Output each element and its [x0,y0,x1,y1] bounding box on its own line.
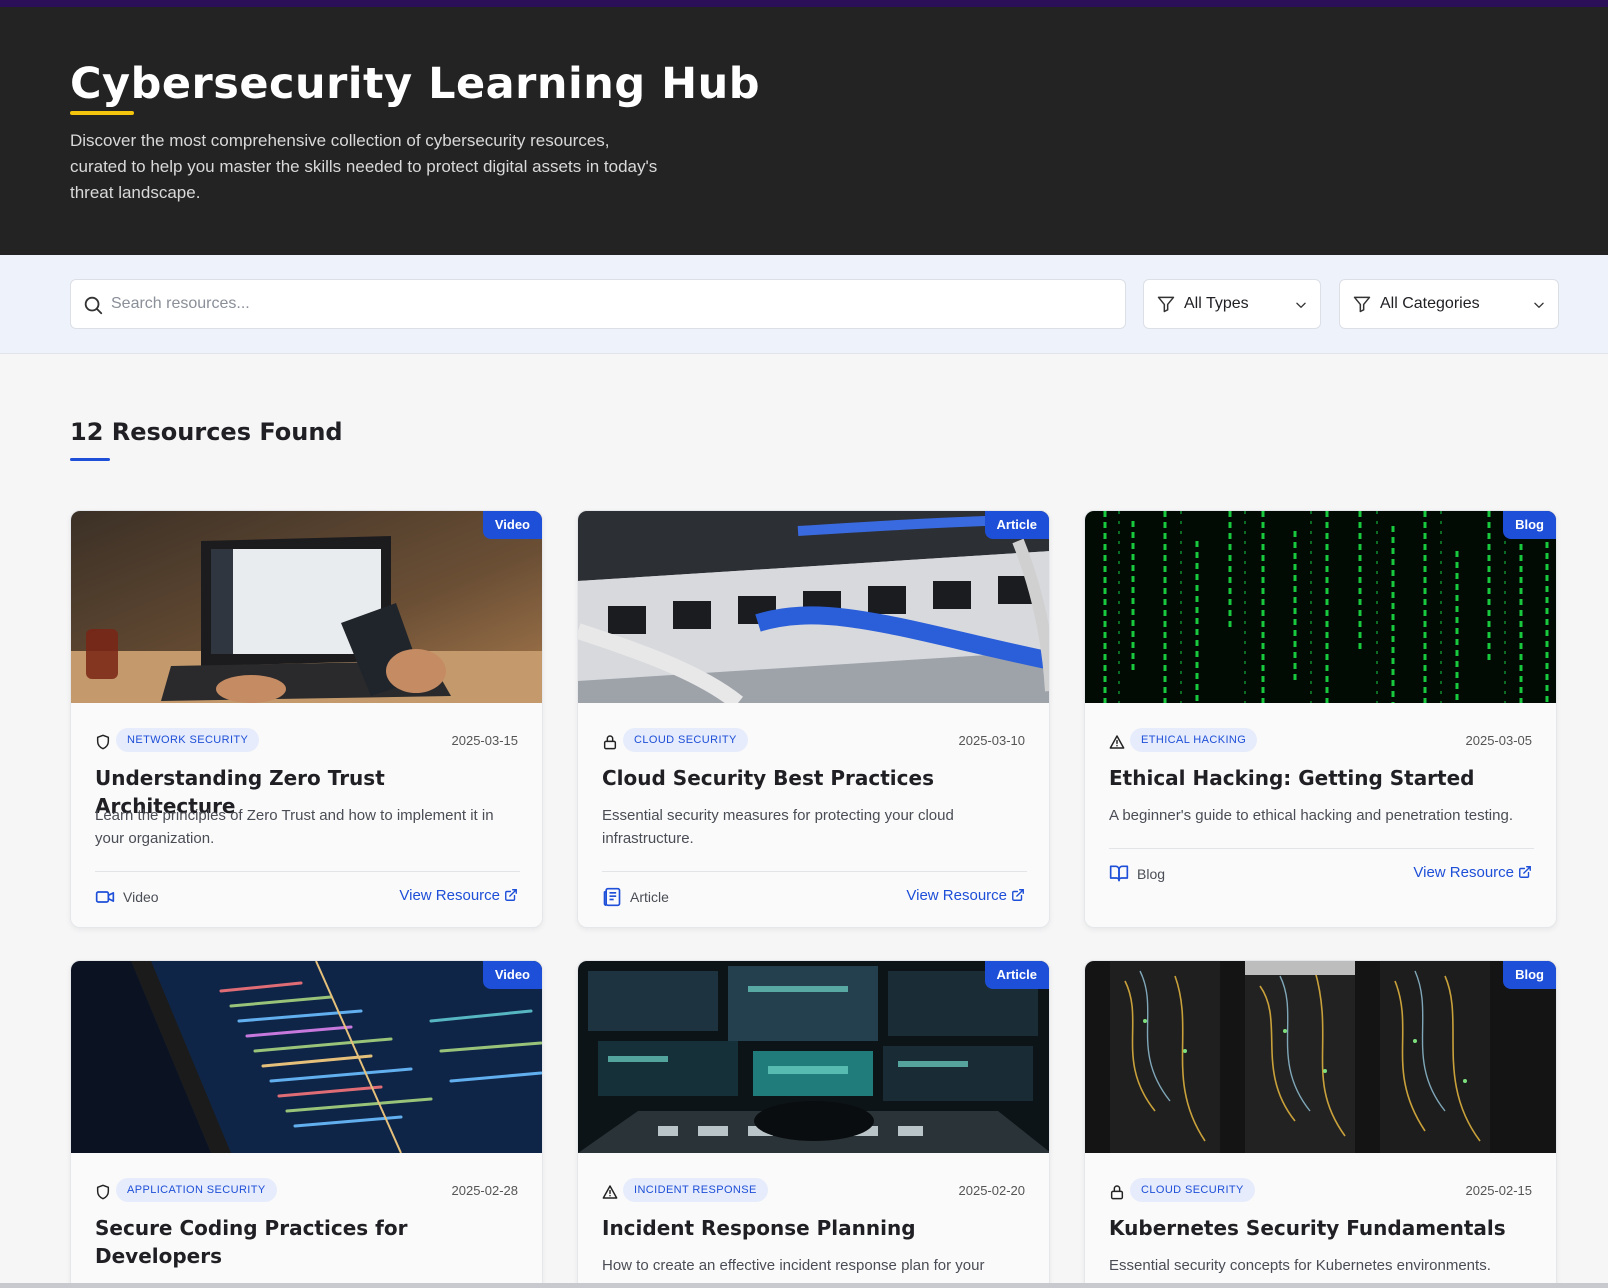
title-underline [70,111,134,115]
view-resource-label: View Resource [399,887,500,904]
type-badge: Blog [1503,511,1556,539]
type-badge: Video [482,961,542,989]
type-filter-value: All Types [1184,295,1249,312]
lock-icon [603,735,617,750]
filter-bar: All Types All Categories [0,255,1608,354]
resource-card: Article CLOUD SECURITY 2025-03-10 Cloud … [577,510,1050,928]
category-pill: APPLICATION SECURITY [116,1178,277,1202]
resource-type-label: Blog [1137,866,1166,882]
top-accent-strip [0,0,1608,7]
resource-card: Blog CLOUD SECURITY 2025-02-15 Kubernete… [1084,960,1557,1288]
video-icon [95,891,115,903]
type-filter-select[interactable]: All Types [1143,279,1321,329]
shield-icon [96,1184,110,1200]
category-filter-value: All Categories [1380,295,1480,312]
resource-card: Article INCIDENT RESPONSE 2025-02-20 Inc… [577,960,1050,1288]
card-image-patch-panel [578,511,1049,703]
card-description: A beginner's guide to ethical hacking an… [1109,807,1513,824]
external-link-icon [505,889,517,901]
card-description: Essential security measures for protecti… [602,807,954,847]
category-pill: CLOUD SECURITY [1130,1178,1255,1202]
external-link-icon [1519,866,1531,878]
bottom-edge [0,1283,1608,1288]
shield-icon [96,734,110,750]
card-image-matrix-code [1085,511,1556,703]
card-divider [1109,848,1534,849]
card-image-server-rack [1085,961,1556,1153]
search-input[interactable] [111,281,1111,327]
lock-icon [1110,1185,1124,1200]
type-badge: Video [482,511,542,539]
view-resource-link[interactable]: View Resource [399,887,518,904]
card-description: Essential security concepts for Kubernet… [1109,1257,1491,1274]
type-badge: Blog [1503,961,1556,989]
card-title[interactable]: Cloud Security Best Practices [602,764,1032,792]
card-description: How to create an effective incident resp… [602,1257,985,1274]
view-resource-label: View Resource [1413,864,1514,881]
resource-type-label: Video [123,889,159,905]
category-pill: CLOUD SECURITY [623,728,748,752]
resource-card: Video APPLICATION SECURITY 2025-02-28 Se… [70,960,543,1288]
chevron-down-icon [1296,302,1306,308]
card-date: 2025-03-10 [958,733,1026,748]
resource-card: Blog ETHICAL HACKING 2025-03-05 Ethical … [1084,510,1557,928]
filter-icon [1157,296,1175,313]
type-badge: Article [984,511,1049,539]
view-resource-label: View Resource [906,887,1007,904]
card-divider [602,871,1027,872]
book-icon [1109,865,1129,882]
warning-icon [1109,735,1125,749]
search-box [70,279,1126,329]
card-title[interactable]: Incident Response Planning [602,1214,1032,1242]
results-underline [70,458,110,461]
view-resource-link[interactable]: View Resource [1413,864,1532,881]
filter-icon [1353,296,1371,313]
external-link-icon [1012,889,1024,901]
warning-icon [602,1185,618,1199]
card-image-monitor-wall [578,961,1049,1153]
search-icon [84,296,103,315]
card-date: 2025-02-28 [451,1183,519,1198]
resource-type-label: Article [630,889,669,905]
card-divider [95,871,520,872]
card-image-laptop-phone [71,511,542,703]
card-date: 2025-02-15 [1465,1183,1533,1198]
card-title[interactable]: Kubernetes Security Fundamentals [1109,1214,1539,1242]
card-image-code-screen [71,961,542,1153]
card-title[interactable]: Secure Coding Practices for Developers [95,1214,525,1270]
category-pill: ETHICAL HACKING [1130,728,1258,752]
results-count-heading: 12 Resources Found [70,418,343,446]
hero-description: Discover the most comprehensive collecti… [70,131,658,202]
page-title: Cybersecurity Learning Hub [70,59,760,109]
card-title[interactable]: Ethical Hacking: Getting Started [1109,764,1539,792]
view-resource-link[interactable]: View Resource [906,887,1025,904]
card-date: 2025-03-05 [1465,733,1533,748]
category-pill: INCIDENT RESPONSE [623,1178,768,1202]
resource-card: Video NETWORK SECURITY 2025-03-15 Unders… [70,510,543,928]
category-pill: NETWORK SECURITY [116,728,260,752]
hero-banner: Cybersecurity Learning Hub Discover the … [0,7,1608,255]
card-description: Learn the principles of Zero Trust and h… [95,807,494,847]
article-icon [603,887,621,907]
chevron-down-icon [1534,302,1544,308]
card-date: 2025-02-20 [958,1183,1026,1198]
type-badge: Article [984,961,1049,989]
category-filter-select[interactable]: All Categories [1339,279,1559,329]
card-date: 2025-03-15 [451,733,519,748]
